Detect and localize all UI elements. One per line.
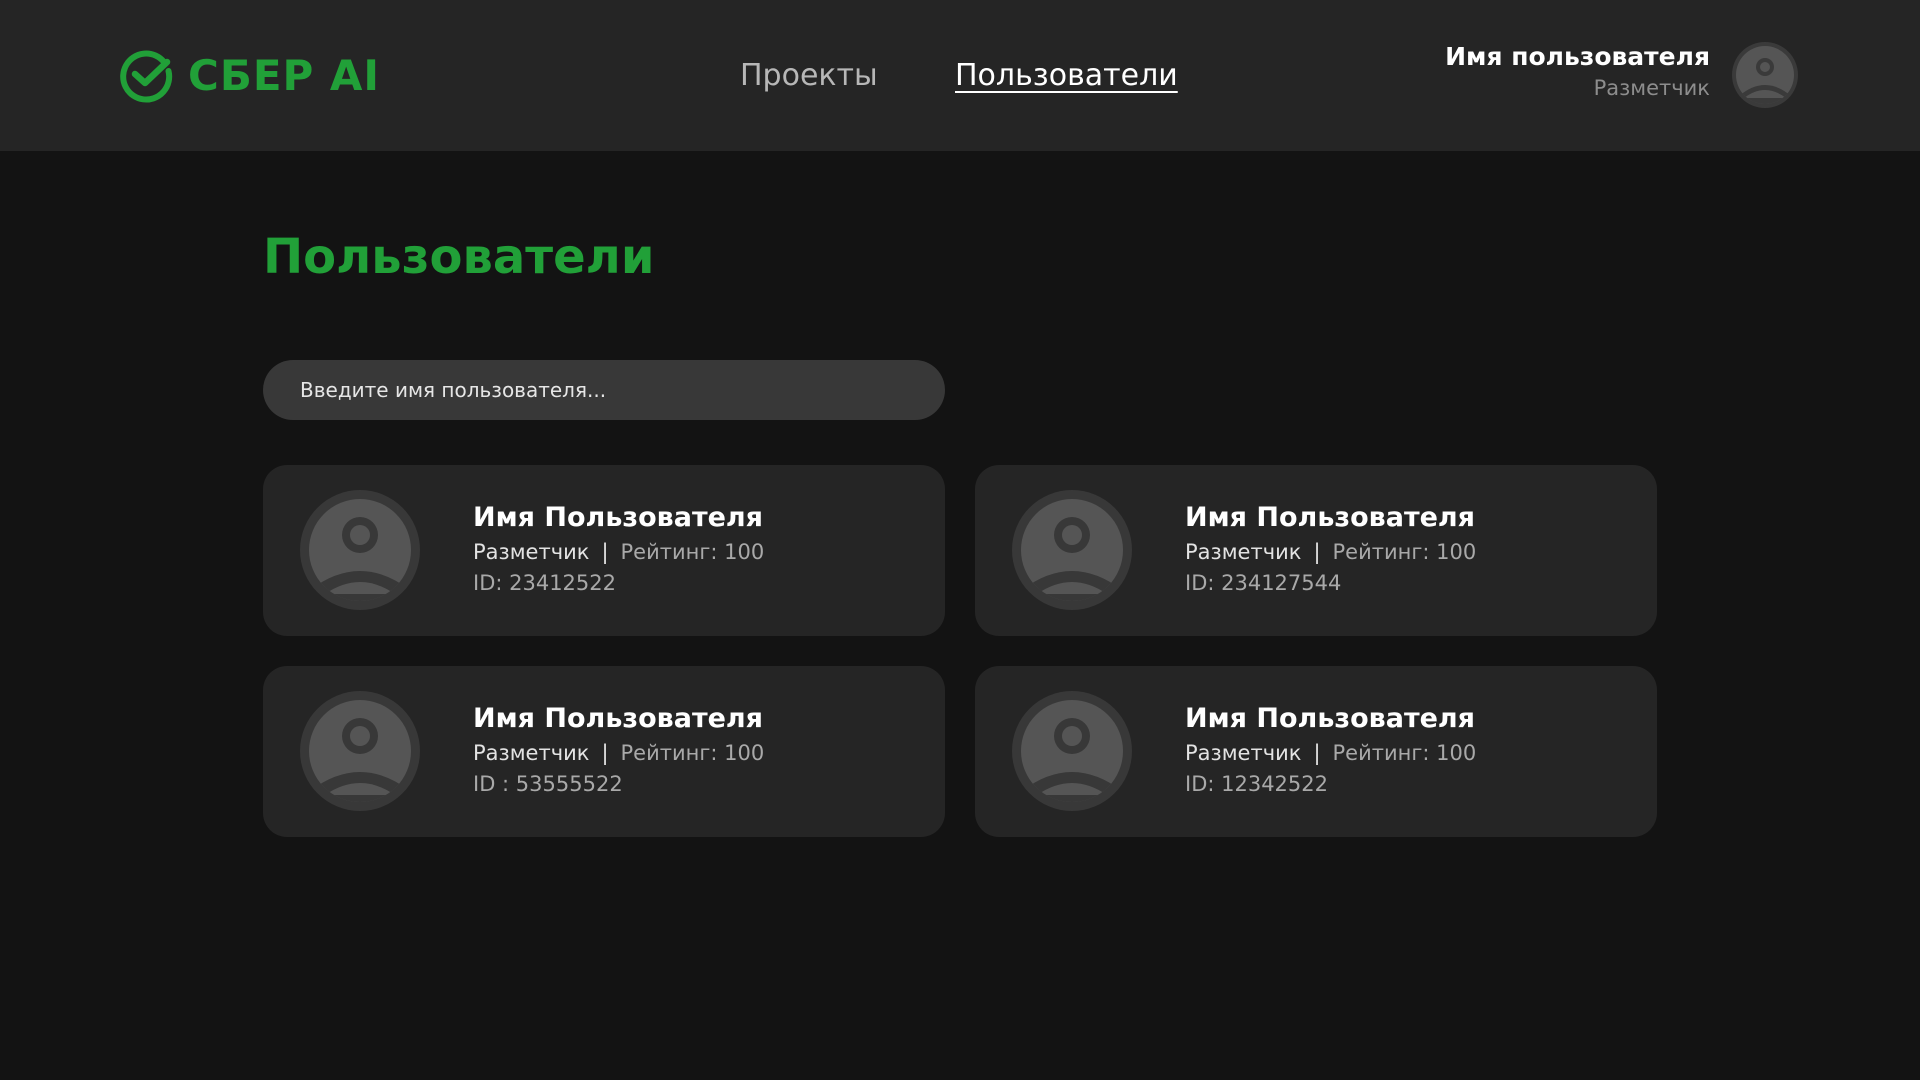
- user-role: Разметчик: [473, 741, 590, 765]
- user-meta: Разметчик | Рейтинг: 100: [1185, 738, 1476, 768]
- meta-separator: |: [1313, 741, 1321, 765]
- user-role: Разметчик: [1185, 540, 1302, 564]
- user-info: Имя Пользователя Разметчик | Рейтинг: 100 …: [1185, 499, 1476, 599]
- search-input[interactable]: [263, 360, 945, 420]
- nav-item-users[interactable]: Пользователи: [955, 52, 1178, 100]
- user-role: Разметчик: [473, 540, 590, 564]
- top-header: СБЕР AI Проекты Пользователи Имя пользов…: [0, 0, 1920, 151]
- user-rating: Рейтинг: 100: [620, 540, 765, 564]
- user-avatar-icon: [1012, 691, 1132, 811]
- user-card[interactable]: Имя Пользователя Разметчик | Рейтинг: 100 …: [263, 465, 945, 636]
- user-id: ID : 53555522: [473, 772, 623, 796]
- meta-separator: |: [1313, 540, 1321, 564]
- user-info: Имя Пользователя Разметчик | Рейтинг: 100 …: [1185, 700, 1476, 800]
- user-avatar-icon: [1012, 490, 1132, 610]
- user-meta: Разметчик | Рейтинг: 100: [473, 738, 764, 768]
- user-id: ID: 234127544: [1185, 571, 1342, 595]
- user-info: Имя Пользователя Разметчик | Рейтинг: 100 …: [473, 700, 764, 800]
- user-avatar-icon: [300, 490, 420, 610]
- user-avatar-icon[interactable]: [1732, 42, 1798, 108]
- user-name: Имя Пользователя: [1185, 502, 1476, 533]
- current-user-role: Разметчик: [1593, 76, 1710, 100]
- current-user-name: Имя пользователя: [1445, 42, 1710, 71]
- meta-separator: |: [601, 741, 609, 765]
- user-rating: Рейтинг: 100: [1332, 741, 1477, 765]
- page-title: Пользователи: [263, 229, 655, 285]
- user-role: Разметчик: [1185, 741, 1302, 765]
- user-id: ID: 23412522: [473, 571, 617, 595]
- user-avatar-icon: [300, 691, 420, 811]
- user-rating: Рейтинг: 100: [620, 741, 765, 765]
- user-rating: Рейтинг: 100: [1332, 540, 1477, 564]
- user-meta: Разметчик | Рейтинг: 100: [473, 537, 764, 567]
- user-name: Имя Пользователя: [1185, 703, 1476, 734]
- user-name: Имя Пользователя: [473, 502, 764, 533]
- user-card[interactable]: Имя Пользователя Разметчик | Рейтинг: 100 …: [975, 666, 1657, 837]
- user-card[interactable]: Имя Пользователя Разметчик | Рейтинг: 100 …: [263, 666, 945, 837]
- user-name: Имя Пользователя: [473, 703, 764, 734]
- current-user-info[interactable]: Имя пользователя Разметчик: [1445, 40, 1710, 102]
- user-card[interactable]: Имя Пользователя Разметчик | Рейтинг: 100 …: [975, 465, 1657, 636]
- nav-item-projects[interactable]: Проекты: [740, 52, 878, 100]
- user-id: ID: 12342522: [1185, 772, 1329, 796]
- user-meta: Разметчик | Рейтинг: 100: [1185, 537, 1476, 567]
- user-info: Имя Пользователя Разметчик | Рейтинг: 100 …: [473, 499, 764, 599]
- meta-separator: |: [601, 540, 609, 564]
